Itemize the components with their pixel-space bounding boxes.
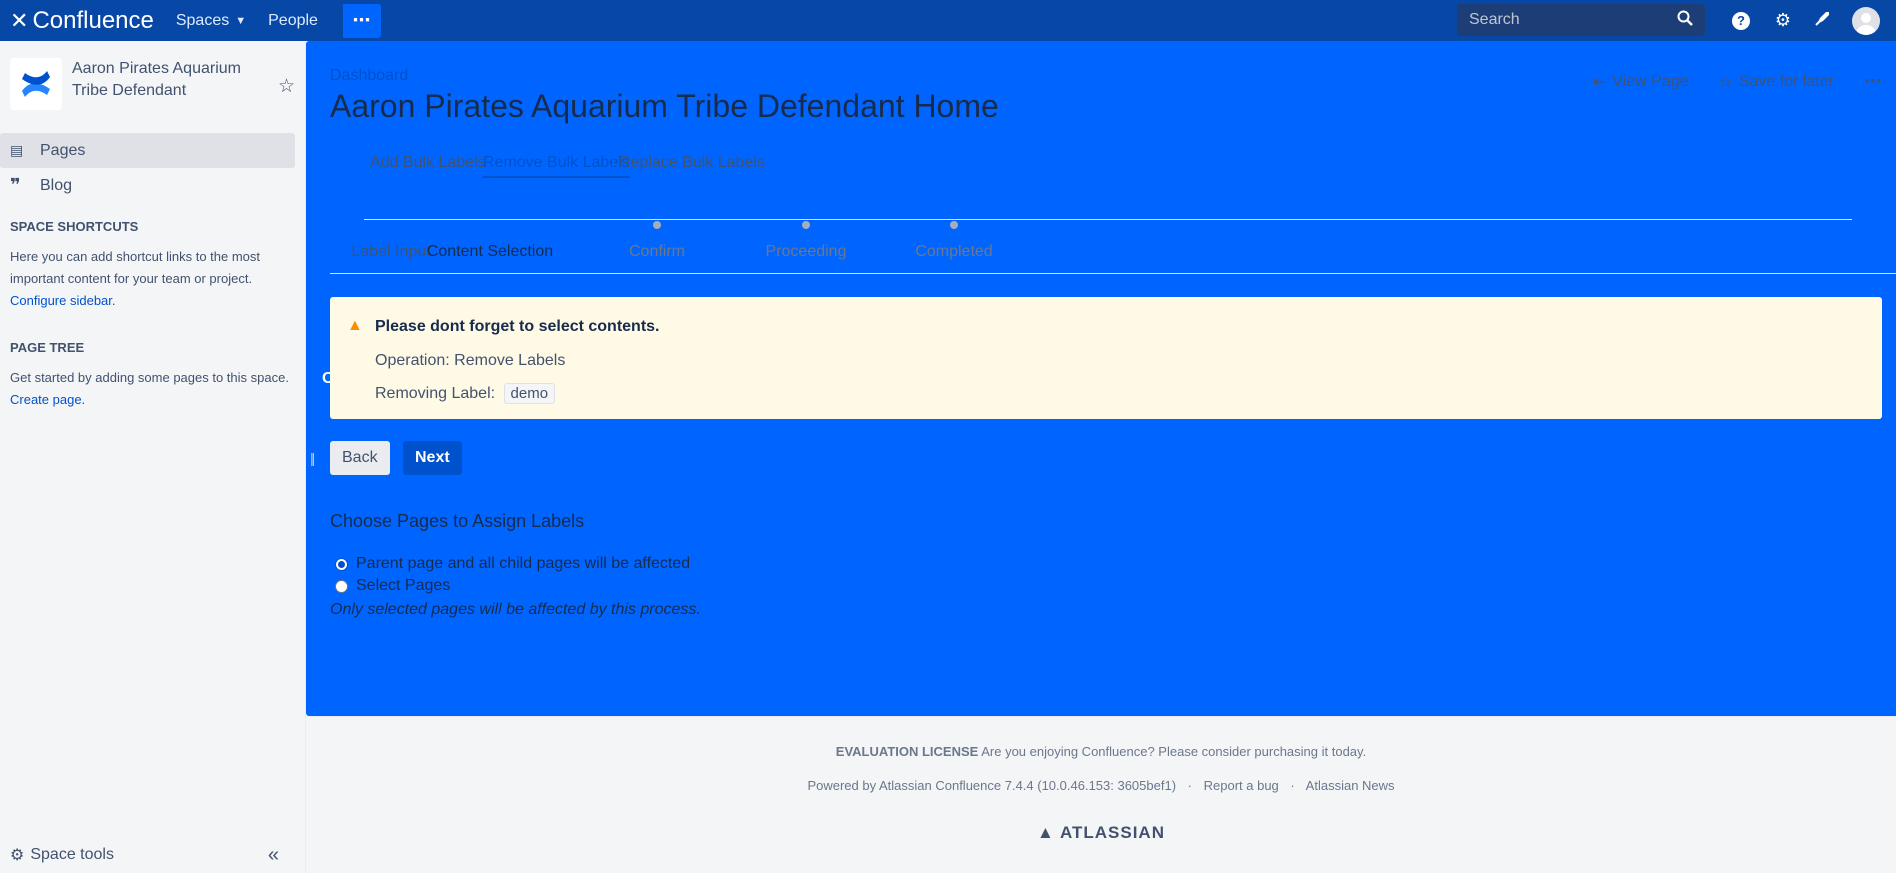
license-text: Are you enjoying Confluence? Please cons… — [981, 744, 1367, 759]
top-navigation: ✕ Confluence Spaces ▼ People Create ⋯ ? … — [0, 0, 1896, 716]
bulk-label-tabs: Add Bulk Labels Remove Bulk Labels Repla… — [364, 154, 1852, 220]
progress-steps: Label Input Content Selection Confirm Pr… — [330, 216, 1896, 274]
view-page-button[interactable]: ⇤ View Page — [1593, 72, 1689, 92]
choose-pages-heading: Choose Pages to Assign Labels — [330, 511, 585, 531]
page-tree-text: Get started by adding some pages to this… — [0, 355, 305, 411]
gear-icon[interactable]: ⚙ — [1772, 10, 1794, 31]
atlassian-logo[interactable]: ▲ ATLASSIAN — [306, 823, 1896, 843]
step-label: Content Selection — [426, 243, 554, 260]
license-label: EVALUATION LICENSE — [835, 744, 979, 759]
tab-add-bulk-labels[interactable]: Add Bulk Labels — [370, 154, 486, 176]
selection-hint: Only selected pages will be affected by … — [330, 601, 701, 618]
step-completed: Completed — [879, 216, 1029, 261]
star-icon[interactable]: ☆ — [278, 75, 295, 98]
save-for-later-button[interactable]: ☆ Save for later — [1719, 72, 1835, 92]
report-bug-link[interactable]: Report a bug — [1204, 778, 1279, 793]
radio-label: Select Pages — [356, 577, 451, 594]
page-tree-description: Get started by adding some pages to this… — [10, 370, 289, 385]
chevron-down-icon: ▼ — [235, 14, 247, 27]
confluence-logo[interactable]: ✕ Confluence — [10, 7, 154, 35]
warning-icon: ▲ — [347, 317, 363, 334]
spaces-menu[interactable]: Spaces ▼ — [176, 12, 246, 30]
label-chip: demo — [503, 383, 556, 404]
gear-icon: ⚙ — [10, 847, 25, 864]
space-logo[interactable] — [10, 58, 62, 110]
warning-title: Please dont forget to select contents. — [375, 318, 660, 335]
step-content-selection: Content Selection — [415, 216, 565, 261]
page-actions: ⇤ View Page ☆ Save for later ⋯ — [1563, 71, 1882, 92]
create-button-group: Create ⋯ — [306, 3, 1896, 716]
step-proceeding: Proceeding — [731, 216, 881, 261]
sidebar-item-pages[interactable]: ▤ Pages — [0, 133, 295, 168]
quote-icon: ❞ — [10, 175, 21, 195]
notifications-icon[interactable] — [1812, 9, 1834, 32]
view-page-label: View Page — [1612, 72, 1689, 90]
radio-button[interactable] — [335, 579, 348, 593]
top-icons: ? ⚙ — [1732, 0, 1880, 41]
shortcuts-description: Here you can add shortcut links to the m… — [10, 249, 261, 286]
step-label: Completed — [915, 243, 993, 260]
warning-message: ▲ Please dont forget to select contents.… — [330, 297, 1882, 419]
save-for-later-label: Save for later — [1738, 72, 1834, 90]
user-avatar[interactable] — [1852, 6, 1880, 35]
atlassian-logo-icon: ▲ — [1037, 823, 1055, 842]
search-box — [1457, 4, 1705, 36]
main-content: Dashboard Aaron Pirates Aquarium Tribe D… — [306, 41, 1896, 716]
sidebar-nav: ▤ Pages ❞ Blog — [0, 133, 305, 203]
next-button[interactable]: Next — [403, 441, 462, 475]
step-dot — [802, 221, 810, 229]
step-confirm: Confirm — [582, 216, 732, 261]
step-label: Confirm — [628, 243, 685, 260]
page-tree-heading: PAGE TREE — [10, 340, 85, 355]
atlassian-news-link[interactable]: Atlassian News — [1306, 778, 1395, 793]
removing-label-text: Removing Label: — [375, 385, 496, 402]
brand-name: Confluence — [32, 6, 154, 34]
collapse-sidebar-icon[interactable]: « — [268, 844, 279, 867]
license-line: EVALUATION LICENSE Are you enjoying Conf… — [306, 744, 1896, 759]
tab-remove-bulk-labels[interactable]: Remove Bulk Labels — [483, 154, 630, 178]
create-page-link[interactable]: Create page. — [10, 392, 85, 407]
search-input[interactable] — [1469, 11, 1677, 29]
powered-by-text: Powered by Atlassian Confluence 7.4.4 (1… — [807, 778, 1177, 793]
page-title: Aaron Pirates Aquarium Tribe Defendant H… — [330, 88, 999, 124]
footer: EVALUATION LICENSE Are you enjoying Conf… — [306, 716, 1896, 873]
create-more-button[interactable]: ⋯ — [342, 3, 381, 38]
radio-button-checked[interactable] — [335, 557, 348, 571]
sidebar: Aaron Pirates Aquarium Tribe Defendant ☆… — [0, 41, 306, 873]
more-actions-button[interactable]: ⋯ — [1864, 71, 1882, 92]
space-name[interactable]: Aaron Pirates Aquarium Tribe Defendant — [72, 58, 242, 102]
removing-label-row: Removing Label: demo — [375, 383, 556, 404]
radio-label: Parent page and all child pages will be … — [356, 555, 691, 572]
space-tools-label: Space tools — [30, 846, 114, 863]
spaces-label: Spaces — [175, 11, 230, 29]
space-shortcuts-heading: SPACE SHORTCUTS — [10, 219, 139, 234]
sidebar-item-label: Pages — [40, 141, 86, 159]
star-icon: ☆ — [1718, 73, 1733, 91]
atlassian-brand: ATLASSIAN — [1059, 823, 1165, 842]
space-shortcuts-text: Here you can add shortcut links to the m… — [0, 234, 305, 312]
sidebar-item-blog[interactable]: ❞ Blog — [0, 168, 295, 203]
radio-parent-pages[interactable]: Parent page and all child pages will be … — [335, 555, 690, 573]
radio-select-pages[interactable]: Select Pages — [335, 577, 450, 595]
back-button[interactable]: Back — [330, 441, 390, 475]
step-dot — [950, 221, 958, 229]
configure-sidebar-link[interactable]: Configure sidebar. — [10, 293, 116, 308]
back-arrow-icon: ⇤ — [1592, 73, 1607, 91]
help-icon[interactable]: ? — [1732, 11, 1754, 30]
sidebar-item-label: Blog — [40, 176, 73, 194]
breadcrumb[interactable]: Dashboard — [330, 67, 408, 85]
pages-icon: ▤ — [10, 142, 24, 158]
search-icon[interactable] — [1677, 10, 1693, 31]
powered-by-line: Powered by Atlassian Confluence 7.4.4 (1… — [807, 778, 1395, 793]
people-link[interactable]: People — [268, 12, 318, 30]
operation-text: Operation: Remove Labels — [375, 352, 566, 369]
tab-replace-bulk-labels[interactable]: Replace Bulk Labels — [619, 154, 765, 176]
step-label: Proceeding — [765, 243, 847, 260]
step-dot — [653, 221, 661, 229]
space-header: Aaron Pirates Aquarium Tribe Defendant ☆ — [0, 41, 305, 110]
confluence-logo-icon: ✕ — [10, 7, 29, 33]
space-tools-button[interactable]: ⚙ Space tools — [10, 845, 114, 865]
